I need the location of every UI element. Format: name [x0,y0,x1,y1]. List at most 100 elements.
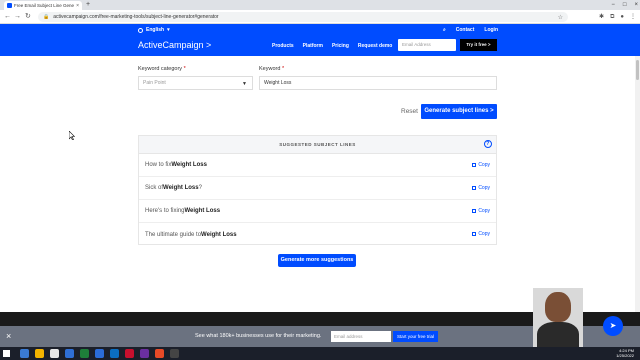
nav-products[interactable]: Products [272,43,294,49]
reload-button[interactable]: ↻ [25,12,31,22]
try-free-button[interactable]: Try it free > [460,39,497,51]
copy-button[interactable]: Copy [472,162,490,168]
back-button[interactable]: ← [4,12,11,22]
page-scrollbar[interactable] [635,56,640,312]
suggestion-row: The ultimate guide to Weight Loss Copy [139,223,496,246]
required-mark: * [183,66,186,72]
taskbar-app-icon[interactable] [50,349,59,358]
banner-close-icon[interactable]: × [6,331,11,341]
webcam-overlay [533,288,583,347]
taskbar-app-icon[interactable] [170,349,179,358]
taskbar-app-icon[interactable] [80,349,89,358]
reset-button[interactable]: Reset [401,108,418,115]
copy-icon [472,186,477,190]
taskbar-clock[interactable]: 4:24 PM 1/25/2022 [616,348,634,358]
help-icon[interactable]: ? [484,140,492,148]
banner-text: See what 180k+ businesses use for their … [195,333,322,339]
bookmark-star-icon[interactable]: ☆ [558,14,563,21]
puzzle-icon[interactable]: ⧉ [610,12,614,22]
clock-date: 1/25/2022 [616,353,634,358]
window-close-button[interactable]: × [634,0,638,10]
suggestion-row: Here's to fixing Weight Loss Copy [139,200,496,223]
minimize-button[interactable]: − [611,0,615,10]
copy-icon [472,209,477,213]
generate-more-button[interactable]: Generate more suggestions [278,254,356,267]
copy-label: Copy [478,162,490,168]
generate-subject-lines-button[interactable]: Generate subject lines > [421,104,497,119]
nav-platform[interactable]: Platform [303,43,323,49]
nav-request-demo[interactable]: Request demo [358,43,392,49]
taskbar-apps [20,349,179,358]
category-value: Pain Point [143,80,166,86]
search-icon[interactable]: ⌕ [443,27,446,33]
taskbar-app-icon[interactable] [155,349,164,358]
suggestion-keyword: Weight Loss [201,231,237,238]
category-label-text: Keyword category [138,66,183,72]
globe-icon [138,27,143,33]
window-controls: − □ × [611,0,638,10]
suggestions-heading-text: SUGGESTED SUBJECT LINES [279,142,356,147]
main-nav: Products Platform Pricing Request demo [272,43,392,49]
extension-icon[interactable]: ✱ [599,12,604,22]
keyword-label: Keyword * [259,66,284,72]
start-free-trial-button[interactable]: Start your free trial [393,331,438,342]
lock-icon: 🔒 [43,14,50,20]
login-link[interactable]: Login [484,27,498,33]
suggestion-suffix: ? [198,185,202,191]
chat-icon[interactable]: ➤ [603,316,623,336]
keyword-label-text: Keyword [259,66,281,72]
suggestion-keyword: Weight Loss [163,185,199,191]
header-email-input[interactable]: Email Address [398,39,456,51]
site-header: English ▾ ⌕ Contact Login ActiveCampaign… [0,24,640,56]
url-text[interactable]: activecampaign.com/free-marketing-tools/… [53,14,218,20]
mouse-cursor-icon [69,131,75,140]
maximize-button[interactable]: □ [623,0,627,10]
windows-start-icon[interactable] [3,350,10,357]
copy-label: Copy [478,231,490,237]
taskbar-app-icon[interactable] [35,349,44,358]
copy-label: Copy [478,185,490,191]
keyword-input[interactable]: Weight Loss [259,76,497,90]
taskbar-app-icon[interactable] [20,349,29,358]
taskbar-app-icon[interactable] [95,349,104,358]
copy-button[interactable]: Copy [472,208,490,214]
copy-icon [472,232,477,236]
language-selector[interactable]: English ▾ [138,27,170,33]
suggestion-prefix: Here's to fixing [145,208,185,214]
taskbar-app-icon[interactable] [125,349,134,358]
presenter-body [537,322,579,347]
new-tab-button[interactable]: + [86,1,90,9]
taskbar-app-icon[interactable] [110,349,119,358]
copy-icon [472,163,477,167]
caret-down-icon: ▼ [242,81,247,87]
keyword-category-select[interactable]: Pain Point ▼ [138,76,253,90]
suggestion-row: How to fix Weight Loss Copy [139,154,496,177]
taskbar-app-icon[interactable] [65,349,74,358]
suggestions-heading: SUGGESTED SUBJECT LINES ? [139,136,496,154]
taskbar-app-icon[interactable] [140,349,149,358]
profile-icon[interactable]: ● [620,12,624,22]
windows-taskbar: 4:24 PM 1/25/2022 [0,347,640,360]
scrollbar-thumb[interactable] [636,60,639,80]
suggestion-prefix: The ultimate guide to [145,231,202,238]
address-bar[interactable]: 🔒 activecampaign.com/free-marketing-tool… [38,12,568,22]
copy-button[interactable]: Copy [472,231,490,237]
tab-title: Free Email Subject Line Generat... [14,3,75,8]
suggestions-panel: SUGGESTED SUBJECT LINES ? How to fix Wei… [138,135,497,245]
suggestion-prefix: Sick of [145,185,164,191]
header-utility-links: ⌕ Contact Login [443,27,498,33]
tab-close-icon[interactable]: × [76,3,79,9]
activecampaign-logo[interactable]: ActiveCampaign > [138,40,211,50]
favicon-icon [7,3,12,8]
menu-icon[interactable]: ⋮ [630,12,636,22]
banner-email-input[interactable]: Email address [331,331,391,342]
copy-button[interactable]: Copy [472,185,490,191]
browser-extension-icons: ✱ ⧉ ● ⋮ [599,12,636,22]
browser-tab[interactable]: Free Email Subject Line Generat... × [4,1,82,10]
required-mark: * [281,66,285,72]
contact-link[interactable]: Contact [456,27,475,33]
suggestion-keyword: Weight Loss [171,162,207,168]
browser-tabbar: Free Email Subject Line Generat... × + −… [0,0,640,10]
nav-pricing[interactable]: Pricing [332,43,349,49]
forward-button[interactable]: → [14,12,21,22]
